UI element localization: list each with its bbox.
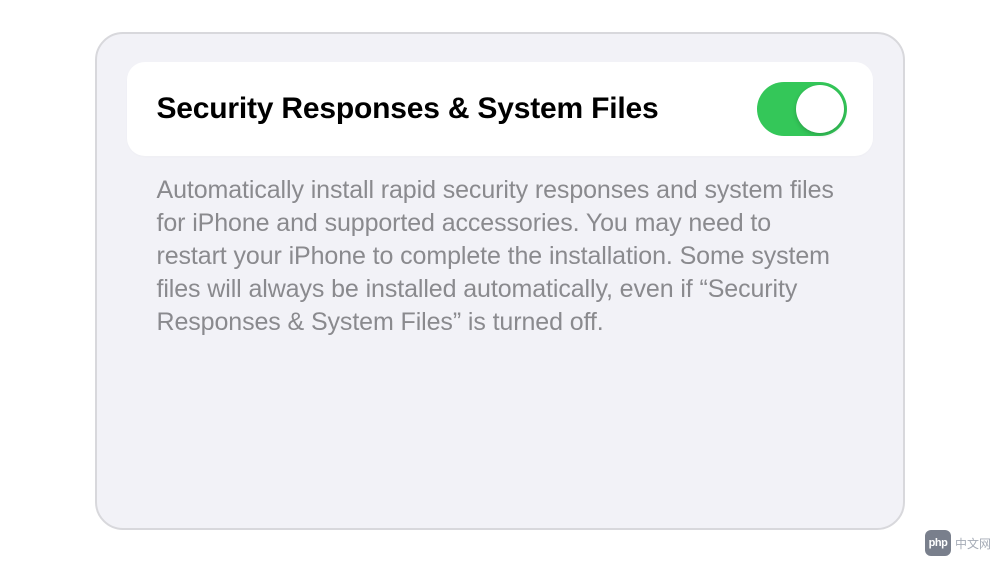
setting-description: Automatically install rapid security res… — [127, 156, 873, 339]
settings-panel: Security Responses & System Files Automa… — [95, 32, 905, 530]
security-responses-toggle[interactable] — [757, 82, 847, 136]
setting-title: Security Responses & System Files — [157, 90, 659, 128]
php-logo-icon: php — [925, 530, 951, 556]
security-responses-row: Security Responses & System Files — [127, 62, 873, 156]
watermark: php 中文网 — [925, 530, 991, 556]
watermark-label: 中文网 — [955, 535, 991, 552]
toggle-knob — [796, 85, 844, 133]
